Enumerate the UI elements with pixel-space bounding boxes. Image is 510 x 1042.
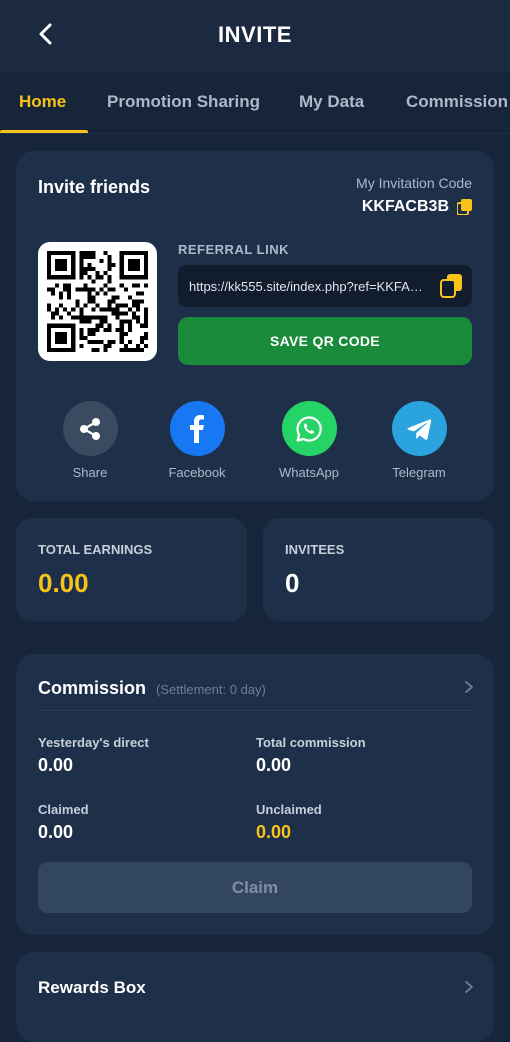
tab-my-data[interactable]: My Data [299, 92, 364, 112]
total-commission-label: Total commission [256, 735, 366, 750]
tab-promotion-sharing[interactable]: Promotion Sharing [107, 92, 260, 112]
active-tab-indicator [0, 130, 88, 133]
share-option-telegram[interactable]: Telegram [379, 401, 459, 480]
commission-card[interactable]: Commission (Settlement: 0 day) Yesterday… [16, 654, 494, 935]
qr-code [38, 242, 157, 361]
save-qr-code-button[interactable]: SAVE QR CODE [178, 317, 472, 365]
invite-title: Invite friends [38, 177, 151, 197]
facebook-label: Facebook [168, 465, 226, 480]
yesterday-direct-label: Yesterday's direct [38, 735, 149, 750]
divider [38, 710, 472, 711]
chevron-right-icon[interactable] [464, 680, 474, 694]
share-circle [62, 401, 118, 456]
rewards-box-card[interactable]: Rewards Box [16, 952, 494, 1042]
settlement-note: (Settlement: 0 day) [156, 682, 266, 697]
whatsapp-circle [281, 401, 337, 456]
copy-link-icon[interactable] [440, 274, 462, 298]
referral-link-text: https://kk555.site/index.php?ref=KKFACB3… [189, 278, 432, 294]
invitees-value: 0 [285, 568, 300, 598]
unclaimed-label: Unclaimed [256, 802, 322, 817]
whatsapp-icon [296, 415, 322, 442]
total-earnings-card: TOTAL EARNINGS 0.00 [16, 518, 247, 621]
telegram-icon [407, 418, 432, 440]
claimed-value: 0.00 [38, 822, 74, 842]
total-earnings-value: 0.00 [38, 568, 89, 598]
share-icon [80, 417, 100, 440]
tab-home[interactable]: Home [19, 92, 66, 112]
tab-commission[interactable]: Commission [406, 92, 508, 112]
yesterday-direct-value: 0.00 [38, 755, 74, 775]
invitation-code: KKFACB3B [362, 198, 472, 216]
copy-code-icon[interactable] [457, 199, 472, 215]
invitees-card: INVITEES 0 [263, 518, 494, 621]
rewards-box-title: Rewards Box [38, 978, 146, 997]
whatsapp-label: WhatsApp [279, 465, 339, 480]
telegram-circle [391, 401, 447, 456]
unclaimed-value: 0.00 [256, 822, 292, 842]
claimed-label: Claimed [38, 802, 89, 817]
share-option-whatsapp[interactable]: WhatsApp [269, 401, 349, 480]
app-header: INVITE [0, 0, 510, 72]
facebook-circle [169, 401, 225, 456]
chevron-right-icon[interactable] [464, 980, 474, 994]
total-earnings-label: TOTAL EARNINGS [38, 542, 153, 557]
facebook-icon [190, 414, 204, 443]
invite-card: Invite friends My Invitation Code KKFACB… [16, 151, 494, 501]
share-option-share[interactable]: Share [50, 401, 130, 480]
tab-bar: Home Promotion Sharing My Data Commissio… [0, 72, 510, 134]
commission-header: Commission (Settlement: 0 day) [38, 678, 266, 699]
invitees-label: INVITEES [285, 542, 345, 557]
telegram-label: Telegram [392, 465, 446, 480]
referral-link-field[interactable]: https://kk555.site/index.php?ref=KKFACB3… [178, 265, 472, 307]
share-option-facebook[interactable]: Facebook [157, 401, 237, 480]
share-label: Share [72, 465, 108, 480]
commission-title: Commission [38, 678, 147, 698]
claim-button[interactable]: Claim [38, 862, 472, 913]
total-commission-value: 0.00 [256, 755, 292, 775]
invitation-code-value: KKFACB3B [361, 198, 449, 215]
invitation-code-label: My Invitation Code [356, 175, 472, 191]
referral-link-label: REFERRAL LINK [178, 242, 289, 257]
qr-code-image [47, 251, 148, 352]
page-title: INVITE [218, 22, 292, 47]
qr-modules [47, 251, 148, 352]
